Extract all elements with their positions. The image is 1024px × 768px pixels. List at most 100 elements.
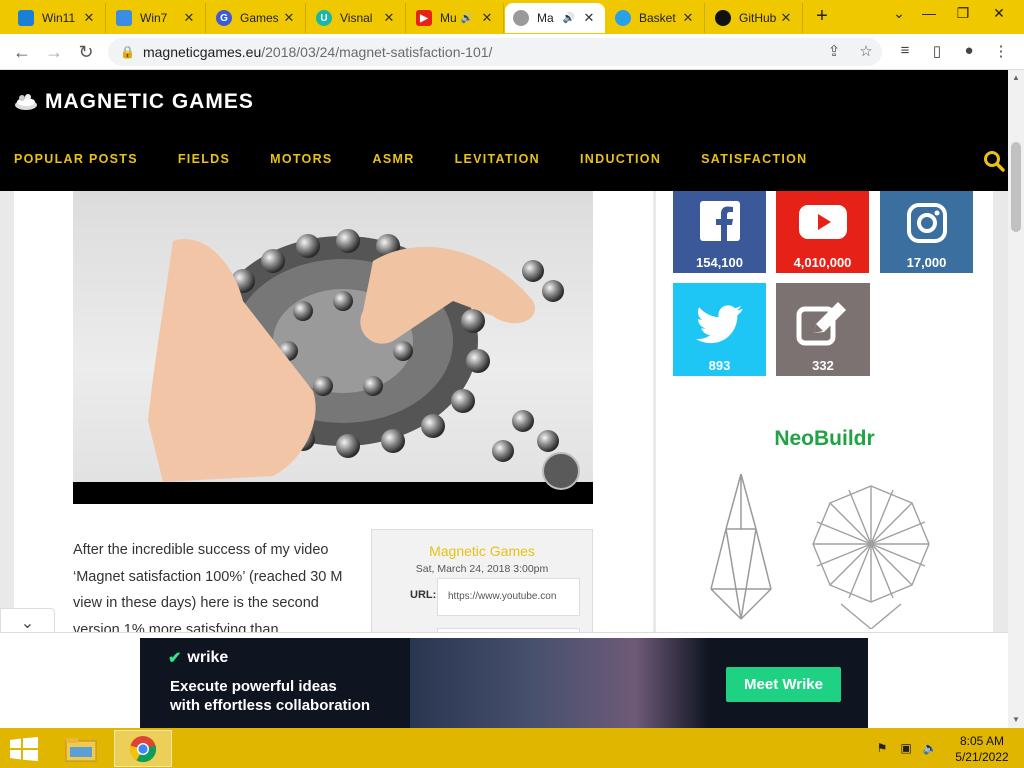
file-explorer-task[interactable] <box>52 730 110 767</box>
tab-games[interactable]: G Games ✕ <box>208 3 306 33</box>
tab-youtube[interactable]: ▶ Mu 🔊 ✕ <box>408 3 504 33</box>
network-icon[interactable]: ▣ <box>898 741 914 757</box>
magnet-logo-icon <box>15 94 37 110</box>
share-icon[interactable]: ⇪ <box>824 42 844 60</box>
scroll-up-arrow-icon[interactable]: ▲ <box>1008 70 1024 86</box>
instagram-tile[interactable]: 17,000 <box>880 191 973 273</box>
address-bar[interactable]: 🔒 magneticgames.eu/2018/03/24/magnet-sat… <box>108 38 882 66</box>
menu-item-motors[interactable]: MOTORS <box>270 152 332 166</box>
main-menu: POPULAR POSTS FIELDS MOTORS ASMR LEVITAT… <box>14 152 848 166</box>
speaker-icon[interactable]: 🔊 <box>563 13 575 24</box>
forward-arrow-icon[interactable]: → <box>42 40 66 64</box>
close-icon[interactable]: ✕ <box>778 10 794 26</box>
windows-start-icon[interactable] <box>10 737 38 761</box>
edit-icon <box>796 302 846 346</box>
menu-item-asmr[interactable]: ASMR <box>373 152 415 166</box>
tab-win7[interactable]: Win7 ✕ <box>108 3 206 33</box>
menu-item-levitation[interactable]: LEVITATION <box>455 152 540 166</box>
video-player[interactable] <box>73 191 593 504</box>
youtube-tile[interactable]: 4,010,000 <box>776 191 869 273</box>
search-icon[interactable] <box>983 150 1005 172</box>
close-icon[interactable]: ✕ <box>479 10 495 26</box>
twitter-count: 893 <box>708 358 731 373</box>
ad-brand-name: wrike <box>187 649 229 666</box>
side-panel-icon[interactable]: ▯ <box>926 42 948 60</box>
tab-title: Visnal <box>340 11 373 25</box>
facebook-count: 154,100 <box>696 255 743 270</box>
menu-item-induction[interactable]: INDUCTION <box>580 152 661 166</box>
facebook-icon <box>699 201 740 241</box>
page-scrollbar[interactable]: ▲ ▼ <box>1008 70 1024 728</box>
embed-title[interactable]: Magnetic Games <box>372 543 592 559</box>
close-icon[interactable]: ✕ <box>680 10 696 26</box>
embed-date: Sat, March 24, 2018 3:00pm <box>415 563 549 575</box>
ad-headline-1: Execute powerful ideas <box>170 678 337 695</box>
magnet-sphere-image <box>148 229 564 482</box>
tab-strip: Win11 ✕ Win7 ✕ G Games ✕ U Visnal ✕ ▶ Mu… <box>0 0 1024 34</box>
taskbar: ⚑ ▣ 🔈 8:05 AM 5/21/2022 <box>0 728 1024 768</box>
close-icon[interactable]: ✕ <box>381 10 397 26</box>
url-host: magneticgames.eu <box>142 44 262 60</box>
volume-muted-icon[interactable]: 🔈 <box>922 741 938 757</box>
profile-avatar-icon[interactable]: ● <box>958 42 980 59</box>
tab-search-chevron-icon[interactable]: ⌄ <box>884 2 914 28</box>
tab-visnal[interactable]: U Visnal ✕ <box>308 3 406 33</box>
close-icon[interactable]: ✕ <box>281 10 297 26</box>
minimize-icon[interactable]: — <box>914 2 944 28</box>
bookmark-star-icon[interactable]: ☆ <box>856 42 876 60</box>
wrike-check-icon: ✔ <box>168 650 182 667</box>
posts-tile[interactable]: 332 <box>776 283 870 376</box>
tab-win11[interactable]: Win11 ✕ <box>10 3 106 33</box>
lock-icon[interactable]: 🔒 <box>120 45 135 59</box>
url-label: URL: <box>410 589 437 601</box>
restore-icon[interactable]: ❐ <box>948 2 978 28</box>
tab-github[interactable]: GitHub ✕ <box>707 3 803 33</box>
article-body: After the incredible success of my video… <box>73 542 343 638</box>
menu-item-popular-posts[interactable]: POPULAR POSTS <box>14 152 138 166</box>
clock-time: 8:05 AM <box>959 734 1005 748</box>
url-field[interactable]: https://www.youtube.con <box>437 578 580 616</box>
twitter-icon <box>695 305 743 344</box>
menu-kebab-icon[interactable]: ⋮ <box>990 42 1012 60</box>
media-queue-icon[interactable]: ≡ <box>894 42 916 59</box>
win7-favicon-icon <box>116 10 132 26</box>
close-icon[interactable]: ✕ <box>581 10 597 26</box>
speaker-icon[interactable]: 🔊 <box>461 13 473 24</box>
back-arrow-icon[interactable]: ← <box>10 40 34 64</box>
chrome-icon <box>129 735 157 762</box>
ad-cta-button[interactable]: Meet Wrike <box>726 667 841 702</box>
facebook-tile[interactable]: 154,100 <box>673 191 766 273</box>
clock-date: 5/21/2022 <box>955 750 1009 764</box>
youtube-favicon-icon: ▶ <box>416 10 432 26</box>
close-icon[interactable]: ✕ <box>81 10 97 26</box>
youtube-icon <box>798 205 847 239</box>
ad-photo <box>410 638 710 728</box>
system-clock[interactable]: 8:05 AM 5/21/2022 <box>944 733 1020 765</box>
window-close-icon[interactable]: ✕ <box>984 2 1014 28</box>
wrike-ad[interactable]: ✔ wrike Execute powerful ideas with effo… <box>140 638 868 728</box>
channel-logo-icon[interactable] <box>542 452 580 490</box>
neobuildr-heading[interactable]: NeoBuildr <box>656 427 993 451</box>
url-path: /2018/03/24/magnet-satisfaction-101/ <box>261 44 493 60</box>
tab-title: Win11 <box>42 11 76 25</box>
visnal-favicon-icon: U <box>316 10 332 26</box>
menu-item-satisfaction[interactable]: SATISFACTION <box>701 152 807 166</box>
tab-magnetic-games[interactable]: Ma 🔊 ✕ <box>505 3 605 33</box>
close-icon[interactable]: ✕ <box>181 10 197 26</box>
tab-title: Ma <box>537 11 554 25</box>
instagram-count: 17,000 <box>906 255 947 270</box>
action-center-flag-icon[interactable]: ⚑ <box>874 741 890 757</box>
twitter-tile[interactable]: 893 <box>673 283 766 376</box>
new-tab-button[interactable]: + <box>810 5 834 29</box>
scroll-thumb[interactable] <box>1011 142 1021 232</box>
scroll-down-arrow-icon[interactable]: ▼ <box>1008 712 1024 728</box>
tab-basket[interactable]: Basket ✕ <box>607 3 705 33</box>
site-logo[interactable]: MAGNETIC GAMES <box>14 90 254 114</box>
magnet-favicon-icon <box>513 10 529 26</box>
neobuildr-structures-image[interactable] <box>696 469 996 629</box>
chrome-task[interactable] <box>114 730 172 767</box>
reload-icon[interactable]: ↻ <box>74 40 98 64</box>
menu-item-fields[interactable]: FIELDS <box>178 152 230 166</box>
ad-brand: ✔ wrike <box>168 648 228 668</box>
games-favicon-icon: G <box>216 10 232 26</box>
